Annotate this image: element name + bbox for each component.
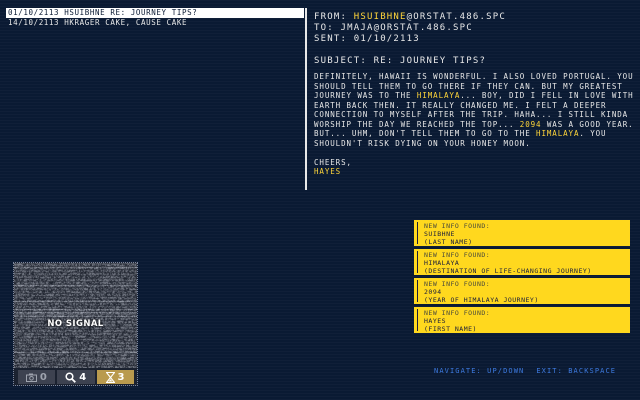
mail-body: DEFINITELY, HAWAII IS WONDERFUL. I ALSO … [314, 72, 634, 177]
mail-list-item[interactable]: 01/10/2113 HSUIBHNE RE: JOURNEY TIPS? [6, 8, 304, 18]
info-card-title: NEW INFO FOUND: [424, 309, 491, 317]
keyword-highlight[interactable]: HIMALAYA [536, 129, 579, 138]
navigation-hint: NAVIGATE: UP/DOWN EXIT: BACKSPACE [434, 367, 616, 375]
sent-label: SENT: [314, 34, 348, 44]
mail-from-row: FROM: HSUIBHNE@ORSTAT.486.SPC [314, 12, 634, 23]
stat-search: 4 [57, 370, 95, 384]
camera-count: 0 [39, 371, 48, 383]
time-count: 3 [117, 371, 126, 383]
mail-from: HSUIBHNE [64, 8, 106, 17]
info-card-value: SUIBHNE [424, 230, 455, 238]
info-card-value: 2094 [424, 288, 442, 296]
from-name-highlight[interactable]: HSUIBHNE [354, 12, 407, 22]
mail-date: 01/10/2113 [8, 8, 60, 17]
to-value: JMAJA@ORSTAT.486.SPC [340, 23, 473, 33]
info-card-label: (YEAR OF HIMALAYA JOURNEY) [424, 296, 539, 304]
info-card-title: NEW INFO FOUND: [424, 280, 491, 288]
info-card: NEW INFO FOUND: SUIBHNE (LAST NAME) [414, 220, 630, 246]
mail-to-row: TO: JMAJA@ORSTAT.486.SPC [314, 23, 634, 34]
hourglass-icon [105, 371, 115, 383]
info-card: NEW INFO FOUND: HIMALAYA (DESTINATION OF… [414, 249, 630, 275]
subject-label: SUBJECT: [314, 56, 367, 66]
keyword-highlight[interactable]: HIMALAYA [417, 91, 460, 100]
no-signal-label: NO SIGNAL [47, 319, 104, 329]
mail-date: 14/10/2113 [8, 18, 60, 27]
info-card-title: NEW INFO FOUND: [424, 222, 491, 230]
sent-value: 01/10/2113 [353, 34, 420, 44]
info-card-label: (LAST NAME) [424, 238, 473, 246]
status-bar: 0 4 3 [18, 370, 134, 384]
monitor-feed: NO SIGNAL 0 4 3 [13, 262, 138, 386]
from-label: FROM: [314, 12, 348, 22]
info-card-title: NEW INFO FOUND: [424, 251, 491, 259]
stat-camera: 0 [18, 370, 56, 384]
subject-value: RE: JOURNEY TIPS? [373, 56, 487, 66]
info-card-label: (DESTINATION OF LIFE-CHANGING JOURNEY) [424, 267, 592, 275]
pane-divider [305, 8, 307, 190]
mail-body-text: DEFINITELY, HAWAII IS WONDERFUL. I ALSO … [314, 72, 634, 148]
mail-from: HKRAGER [64, 18, 101, 27]
mail-list: 01/10/2113 HSUIBHNE RE: JOURNEY TIPS? 14… [6, 8, 304, 28]
from-domain: @ORSTAT.486.SPC [406, 12, 506, 22]
to-label: TO: [314, 23, 334, 33]
mail-header: FROM: HSUIBHNE@ORSTAT.486.SPC TO: JMAJA@… [314, 12, 634, 67]
mail-list-item[interactable]: 14/10/2113 HKRAGER CAKE, CAUSE CAKE [6, 18, 304, 28]
search-count: 4 [79, 371, 87, 383]
info-card: NEW INFO FOUND: HAYES (FIRST NAME) [414, 307, 630, 333]
mail-signature[interactable]: HAYES [314, 167, 634, 177]
mail-subject: CAKE, CAUSE CAKE [105, 18, 188, 27]
mail-subject-row: SUBJECT: RE: JOURNEY TIPS? [314, 56, 634, 67]
camera-icon [25, 373, 37, 382]
keyword-highlight[interactable]: 2094 [520, 120, 542, 129]
exit-hint: EXIT: BACKSPACE [536, 367, 617, 375]
stat-time: 3 [96, 370, 134, 384]
info-card-value: HIMALAYA [424, 259, 460, 267]
info-found-panel: NEW INFO FOUND: SUIBHNE (LAST NAME) NEW … [414, 220, 630, 336]
info-card: NEW INFO FOUND: 2094 (YEAR OF HIMALAYA J… [414, 278, 630, 304]
mail-sent-row: SENT: 01/10/2113 [314, 34, 634, 45]
info-card-label: (FIRST NAME) [424, 325, 477, 333]
magnifier-icon [65, 371, 77, 383]
navigate-hint: NAVIGATE: UP/DOWN [434, 367, 525, 375]
mail-closing: CHEERS, [314, 157, 352, 167]
static-noise [14, 263, 137, 368]
info-card-value: HAYES [424, 317, 447, 325]
mail-subject: RE: JOURNEY TIPS? [110, 8, 198, 17]
